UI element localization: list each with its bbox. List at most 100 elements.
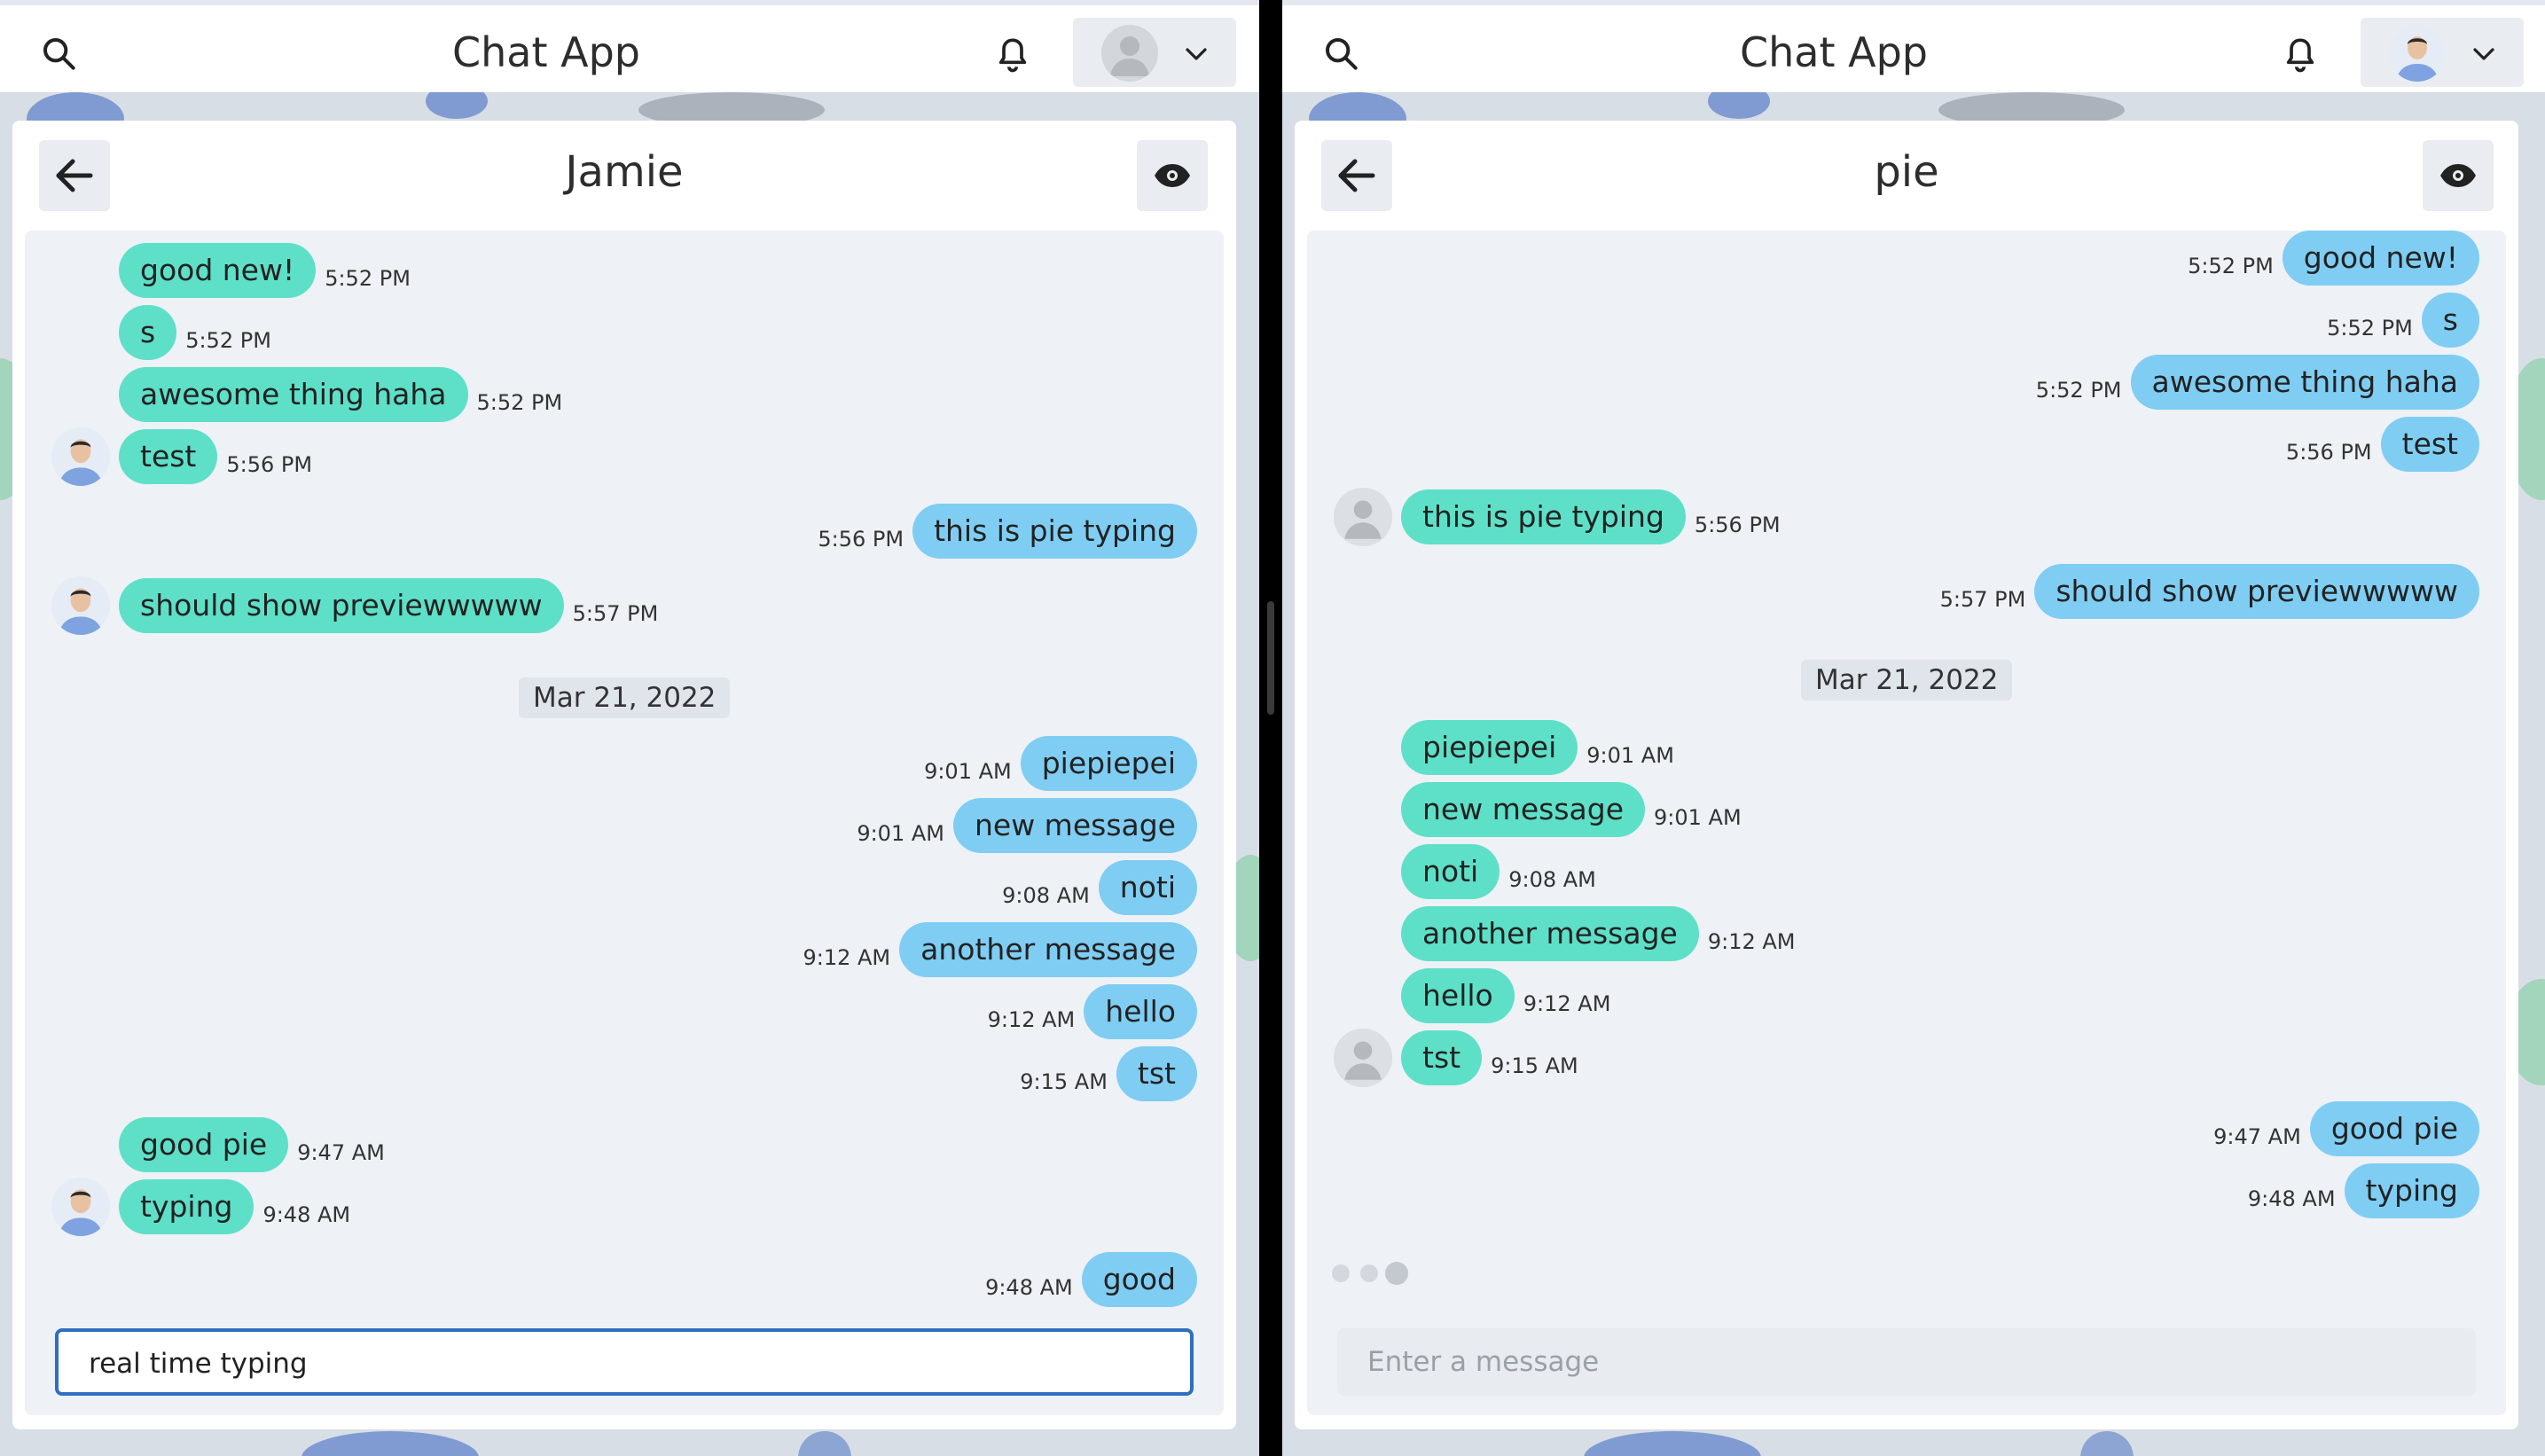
message-timestamp: 9:48 AM <box>2247 1186 2336 1211</box>
message-bubble[interactable]: awesome thing haha <box>2130 355 2479 410</box>
right-chat-window: Chat App pie good new! 5:52 PM s 5:52 PM awe… <box>1282 0 2545 1456</box>
view-profile-button[interactable] <box>2423 140 2494 211</box>
left-chat-window: Chat App Jamie good new! 5:52 PM s 5:52 PM a… <box>0 0 1259 1456</box>
message-timestamp: 5:57 PM <box>1939 587 2026 612</box>
message-bubble[interactable]: hello <box>1084 984 1197 1039</box>
split-divider[interactable] <box>1259 0 1282 1456</box>
message-bubble[interactable]: typing <box>119 1179 254 1234</box>
sender-avatar <box>51 427 110 486</box>
message-bubble[interactable]: test <box>119 429 218 484</box>
message-row: this is pie typing 5:56 PM <box>818 504 1197 559</box>
message-row: good pie 9:47 AM <box>2213 1101 2479 1156</box>
message-bubble[interactable]: good <box>1081 1252 1197 1307</box>
message-bubble[interactable]: this is pie typing <box>912 504 1197 559</box>
message-bubble[interactable]: another message <box>899 922 1197 977</box>
message-row: test 5:56 PM <box>119 429 312 484</box>
message-bubble[interactable]: s <box>2421 293 2479 348</box>
message-timestamp: 5:56 PM <box>1694 513 1781 537</box>
message-list[interactable]: good new! 5:52 PM s 5:52 PM awesome thing ha… <box>1307 231 2506 1415</box>
message-input[interactable]: Enter a message <box>1337 1328 2476 1396</box>
message-row: new message 9:01 AM <box>1401 782 1742 837</box>
app-title: Chat App <box>1740 28 1928 76</box>
message-row: s 5:52 PM <box>119 305 271 360</box>
message-row: good new! 5:52 PM <box>119 243 411 298</box>
message-timestamp: 5:52 PM <box>325 266 411 291</box>
message-row: typing 9:48 AM <box>119 1179 350 1234</box>
message-bubble[interactable]: new message <box>1401 782 1646 837</box>
user-menu-button[interactable] <box>2361 18 2524 87</box>
sender-avatar <box>1334 488 1392 546</box>
message-bubble[interactable]: tst <box>1401 1030 1483 1085</box>
message-timestamp: 5:56 PM <box>2285 440 2372 465</box>
bell-icon[interactable] <box>995 35 1030 74</box>
message-row: hello 9:12 AM <box>1401 968 1610 1023</box>
message-row: typing 9:48 AM <box>2248 1163 2479 1218</box>
sender-avatar <box>1334 1029 1392 1087</box>
message-timestamp: 9:01 AM <box>1654 805 1742 830</box>
message-row: good pie 9:47 AM <box>119 1117 385 1172</box>
message-row: piepiepei 9:01 AM <box>924 736 1197 791</box>
message-row: awesome thing haha 5:52 PM <box>2036 355 2479 410</box>
message-bubble[interactable]: good pie <box>2309 1101 2479 1156</box>
app-title: Chat App <box>452 28 640 76</box>
search-icon[interactable] <box>1323 35 1359 71</box>
message-timestamp: 9:48 AM <box>985 1275 1073 1300</box>
message-row: test 5:56 PM <box>2286 417 2479 472</box>
chevron-down-icon <box>2473 48 2494 60</box>
message-bubble[interactable]: new message <box>952 798 1197 853</box>
message-row: noti 9:08 AM <box>1002 860 1197 915</box>
message-row: this is pie typing 5:56 PM <box>1401 489 1781 544</box>
message-bubble[interactable]: awesome thing haha <box>119 367 468 422</box>
message-bubble[interactable]: piepiepei <box>1020 736 1197 791</box>
view-profile-button[interactable] <box>1137 140 1208 211</box>
date-divider: Mar 21, 2022 <box>519 677 731 718</box>
eye-icon <box>2440 164 2476 187</box>
message-row: another message 9:12 AM <box>1401 906 1796 961</box>
message-bubble[interactable]: noti <box>1098 860 1197 915</box>
sender-avatar <box>51 576 110 635</box>
message-row: piepiepei 9:01 AM <box>1401 720 1674 775</box>
message-input[interactable]: real time typing <box>55 1328 1194 1396</box>
message-row: tst 9:15 AM <box>1401 1030 1578 1085</box>
message-timestamp: 5:57 PM <box>572 601 659 626</box>
message-list[interactable]: good new! 5:52 PM s 5:52 PM awesome thing ha… <box>25 231 1224 1415</box>
message-bubble[interactable]: good new! <box>2282 231 2479 286</box>
message-bubble[interactable]: hello <box>1401 968 1515 1023</box>
message-row: noti 9:08 AM <box>1401 844 1596 899</box>
top-bar: Chat App <box>1282 0 2545 92</box>
chat-panel: pie good new! 5:52 PM s 5:52 PM awesome thin… <box>1295 121 2518 1429</box>
message-bubble[interactable]: test <box>2380 417 2479 472</box>
divider-handle[interactable] <box>1267 601 1274 715</box>
message-bubble[interactable]: should show previewwwww <box>2034 564 2479 619</box>
message-timestamp: 9:12 AM <box>1707 929 1796 954</box>
message-timestamp: 5:56 PM <box>226 452 313 477</box>
message-bubble[interactable]: typing <box>2344 1163 2479 1218</box>
message-row: should show previewwwww 5:57 PM <box>119 578 658 633</box>
search-icon[interactable] <box>41 35 76 71</box>
message-bubble[interactable]: noti <box>1401 844 1500 899</box>
message-timestamp: 5:52 PM <box>2188 254 2274 278</box>
message-row: good 9:48 AM <box>985 1252 1197 1307</box>
sender-avatar <box>51 1178 110 1236</box>
contact-name: pie <box>1874 147 1939 197</box>
message-timestamp: 9:12 AM <box>987 1007 1076 1032</box>
message-timestamp: 9:01 AM <box>1586 743 1674 768</box>
message-row: tst 9:15 AM <box>1020 1046 1197 1101</box>
message-timestamp: 9:12 AM <box>803 945 891 970</box>
message-bubble[interactable]: tst <box>1116 1046 1197 1101</box>
message-bubble[interactable]: another message <box>1401 906 1699 961</box>
user-avatar <box>2389 25 2446 82</box>
message-bubble[interactable]: good new! <box>119 243 317 298</box>
user-menu-button[interactable] <box>1073 18 1236 87</box>
message-timestamp: 5:52 PM <box>2035 378 2122 403</box>
message-timestamp: 9:08 AM <box>1508 867 1596 892</box>
message-bubble[interactable]: piepiepei <box>1401 720 1578 775</box>
message-timestamp: 9:01 AM <box>924 759 1012 784</box>
message-bubble[interactable]: s <box>119 305 177 360</box>
user-avatar <box>1101 25 1158 82</box>
message-bubble[interactable]: good pie <box>119 1117 289 1172</box>
message-row: should show previewwwww 5:57 PM <box>1940 564 2479 619</box>
message-bubble[interactable]: this is pie typing <box>1401 489 1686 544</box>
message-bubble[interactable]: should show previewwwww <box>119 578 564 633</box>
bell-icon[interactable] <box>2283 35 2318 74</box>
